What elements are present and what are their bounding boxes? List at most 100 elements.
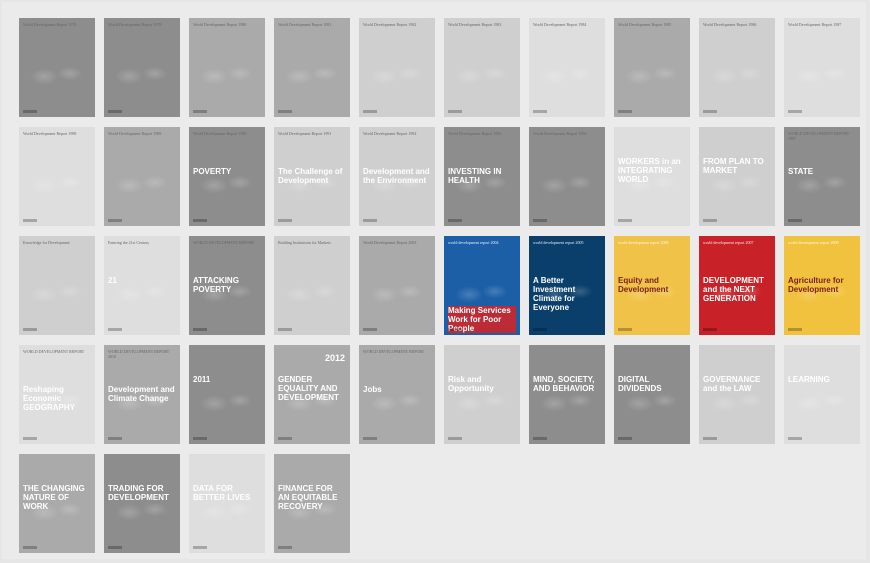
- report-cover[interactable]: World Development Report 1981: [274, 18, 350, 117]
- report-cover[interactable]: Risk and Opportunity: [444, 345, 520, 444]
- world-bank-logo-icon: [363, 110, 377, 113]
- report-cover[interactable]: World Development Report 1978: [19, 18, 95, 117]
- report-cover[interactable]: World Development Report 1988: [19, 127, 95, 226]
- world-bank-logo-icon: [448, 219, 462, 222]
- world-bank-logo-icon: [788, 219, 802, 222]
- cover-title: World Development Report 1984: [533, 22, 587, 27]
- report-cover[interactable]: World Development Report 1979: [104, 18, 180, 117]
- world-bank-logo-icon: [618, 219, 632, 222]
- cover-title: World Development Report 1979: [108, 22, 162, 27]
- report-cover[interactable]: GOVERNANCE and the LAW: [699, 345, 775, 444]
- cover-headline: TRADING FOR DEVELOPMENT: [108, 484, 169, 502]
- report-cover[interactable]: World Development Report 1993 INVESTING I…: [444, 127, 520, 226]
- cover-art: [25, 153, 89, 212]
- world-bank-logo-icon: [23, 546, 37, 549]
- report-cover[interactable]: Knowledge for Development: [19, 236, 95, 335]
- cover-title: WORLD DEVELOPMENT REPORT: [363, 349, 425, 354]
- world-bank-logo-icon: [278, 219, 292, 222]
- world-bank-logo-icon: [108, 328, 122, 331]
- cover-headline: Jobs: [363, 385, 382, 394]
- cover-title: World Development Report 1981: [278, 22, 332, 27]
- cover-headline: Development and Climate Change: [108, 385, 175, 403]
- world-bank-logo-icon: [23, 328, 37, 331]
- report-cover[interactable]: World Development Report 1992 Development…: [359, 127, 435, 226]
- report-cover[interactable]: WORLD DEVELOPMENT REPORT ATTACKING POVERT…: [189, 236, 265, 335]
- cover-art: [195, 153, 259, 212]
- cover-headline: LEARNING: [788, 375, 830, 384]
- cover-title: world development report 2005: [533, 240, 584, 245]
- report-cover[interactable]: World Development Report 1994: [529, 127, 605, 226]
- cover-headline: THE CHANGING NATURE OF WORK: [23, 484, 85, 511]
- world-bank-logo-icon: [278, 110, 292, 113]
- world-bank-logo-icon: [193, 110, 207, 113]
- world-bank-logo-icon: [533, 219, 547, 222]
- report-cover[interactable]: World Development Report 1980: [189, 18, 265, 117]
- report-cover[interactable]: world development report 2004 Making Serv…: [444, 236, 520, 335]
- report-cover[interactable]: DATA FOR BETTER LIVES: [189, 454, 265, 553]
- cover-art: [620, 44, 684, 103]
- report-cover[interactable]: DIGITAL DIVIDENDS: [614, 345, 690, 444]
- world-bank-logo-icon: [618, 437, 632, 440]
- cover-art: [195, 44, 259, 103]
- world-bank-logo-icon: [533, 437, 547, 440]
- cover-art: [110, 153, 174, 212]
- cover-art: [280, 44, 344, 103]
- cover-art: [535, 44, 599, 103]
- world-bank-logo-icon: [788, 110, 802, 113]
- cover-headline: FINANCE FOR AN EQUITABLE RECOVERY: [278, 484, 338, 511]
- world-bank-logo-icon: [23, 437, 37, 440]
- world-bank-logo-icon: [193, 328, 207, 331]
- report-cover[interactable]: world development report 2006 Equity and …: [614, 236, 690, 335]
- world-bank-logo-icon: [448, 328, 462, 331]
- report-cover[interactable]: World Development Report 1987: [784, 18, 860, 117]
- report-cover[interactable]: World Development Report 1991 The Challen…: [274, 127, 350, 226]
- cover-headline: 2011: [193, 375, 211, 384]
- report-cover[interactable]: MIND, SOCIETY, AND BEHAVIOR: [529, 345, 605, 444]
- cover-headline: POVERTY: [193, 167, 232, 176]
- report-cover[interactable]: World Development Report 1986: [699, 18, 775, 117]
- world-bank-logo-icon: [448, 437, 462, 440]
- cover-art: [110, 44, 174, 103]
- cover-title: WORLD DEVELOPMENT REPORT 2010: [108, 349, 170, 359]
- report-cover[interactable]: 2012 GENDER EQUALITY AND DEVELOPMENT: [274, 345, 350, 444]
- report-cover[interactable]: world development report 2008 Agriculture…: [784, 236, 860, 335]
- report-cover[interactable]: TRADING FOR DEVELOPMENT: [104, 454, 180, 553]
- report-cover[interactable]: LEARNING: [784, 345, 860, 444]
- world-bank-logo-icon: [703, 110, 717, 113]
- cover-art: [365, 44, 429, 103]
- world-bank-logo-icon: [278, 437, 292, 440]
- cover-title: world development report 2008: [788, 240, 839, 245]
- cover-title: World Development Report 1989: [108, 131, 162, 136]
- report-cover[interactable]: World Development Report 1983: [444, 18, 520, 117]
- report-cover[interactable]: 2011: [189, 345, 265, 444]
- report-cover[interactable]: Building Institutions for Markets: [274, 236, 350, 335]
- cover-art: [450, 44, 514, 103]
- report-cover[interactable]: World Development Report 1984: [529, 18, 605, 117]
- cover-art: [25, 44, 89, 103]
- cover-title: World Development Report 1983: [448, 22, 502, 27]
- report-cover[interactable]: WORLD DEVELOPMENT REPORT 1997 STATE: [784, 127, 860, 226]
- report-cover[interactable]: Entering the 21st Century 21: [104, 236, 180, 335]
- world-bank-logo-icon: [193, 546, 207, 549]
- report-cover[interactable]: World Development Report 1990 POVERTY: [189, 127, 265, 226]
- cover-headline: Reshaping Economic GEOGRAPHY: [23, 385, 76, 412]
- report-cover[interactable]: THE CHANGING NATURE OF WORK: [19, 454, 95, 553]
- cover-title: World Development Report 1993: [448, 131, 502, 136]
- report-cover[interactable]: World Development Report 1982: [359, 18, 435, 117]
- report-cover[interactable]: WORLD DEVELOPMENT REPORT 2010 Development…: [104, 345, 180, 444]
- cover-title: WORLD DEVELOPMENT REPORT: [193, 240, 255, 245]
- report-cover[interactable]: WORLD DEVELOPMENT REPORT Jobs: [359, 345, 435, 444]
- report-cover[interactable]: world development report 2007 DEVELOPMENT…: [699, 236, 775, 335]
- report-cover[interactable]: WORLD DEVELOPMENT REPORT Reshaping Econom…: [19, 345, 95, 444]
- report-cover[interactable]: WORKERS in an INTEGRATING WORLD: [614, 127, 690, 226]
- report-cover[interactable]: World Development Report 2003: [359, 236, 435, 335]
- cover-title: World Development Report 1992: [363, 131, 417, 136]
- report-cover[interactable]: World Development Report 1989: [104, 127, 180, 226]
- world-bank-logo-icon: [788, 437, 802, 440]
- report-cover[interactable]: FROM PLAN TO MARKET: [699, 127, 775, 226]
- world-bank-logo-icon: [108, 219, 122, 222]
- report-cover[interactable]: world development report 2005 A Better In…: [529, 236, 605, 335]
- report-cover[interactable]: World Development Report 1985: [614, 18, 690, 117]
- report-cover[interactable]: FINANCE FOR AN EQUITABLE RECOVERY: [274, 454, 350, 553]
- cover-headline: A Better Investment Climate for Everyone: [533, 276, 576, 312]
